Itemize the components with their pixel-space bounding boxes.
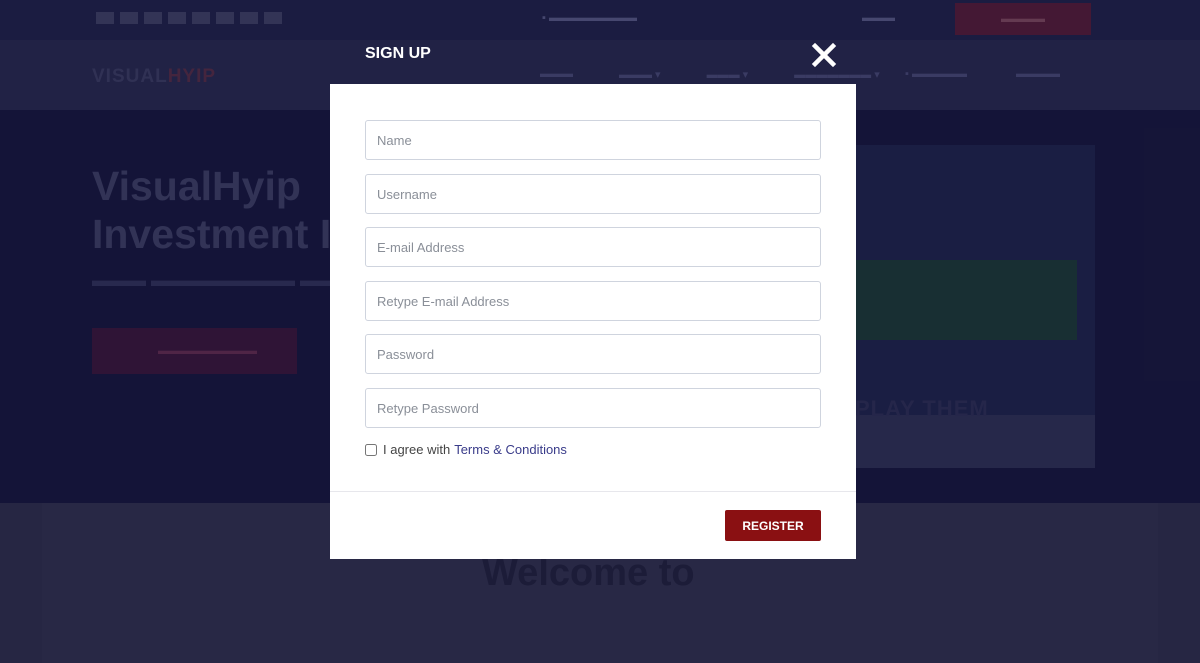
modal-title: SIGN UP (365, 45, 431, 62)
terms-agreement: I agree with Terms & Conditions (365, 442, 567, 457)
password-input[interactable] (365, 334, 821, 374)
retype-email-input[interactable] (365, 281, 821, 321)
terms-checkbox[interactable] (365, 443, 377, 456)
register-button[interactable]: REGISTER (725, 510, 821, 541)
modal-divider (330, 491, 856, 492)
close-icon[interactable] (811, 42, 837, 68)
signup-modal: I agree with Terms & Conditions REGISTER (330, 84, 856, 559)
username-input[interactable] (365, 174, 821, 214)
email-input[interactable] (365, 227, 821, 267)
terms-link[interactable]: Terms & Conditions (454, 442, 567, 457)
agree-label: I agree with (383, 442, 451, 457)
retype-password-input[interactable] (365, 388, 821, 428)
name-input[interactable] (365, 120, 821, 160)
close-icon (811, 42, 837, 68)
